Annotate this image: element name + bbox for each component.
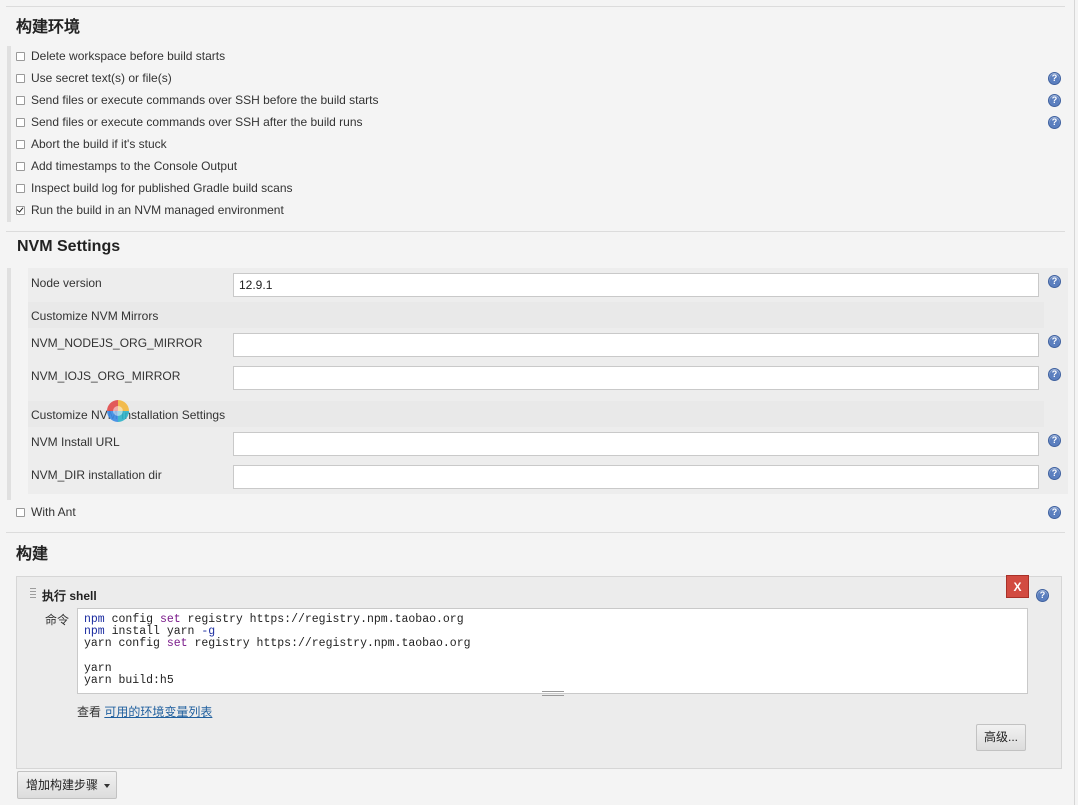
chevron-down-icon (104, 783, 111, 788)
option-label: Send files or execute commands over SSH … (31, 93, 379, 107)
help-icon[interactable]: ? (1048, 467, 1061, 480)
option-timestamps[interactable]: Add timestamps to the Console Output (16, 157, 237, 175)
help-icon[interactable]: ? (1048, 335, 1061, 348)
checkbox[interactable] (16, 95, 25, 105)
help-icon[interactable]: ? (1048, 116, 1061, 129)
checkbox[interactable] (16, 139, 25, 149)
nodejs-mirror-label: NVM_NODEJS_ORG_MIRROR (31, 336, 203, 350)
install-url-input[interactable] (233, 432, 1039, 456)
help-icon[interactable]: ? (1048, 72, 1061, 85)
option-abort-stuck[interactable]: Abort the build if it's stuck (16, 135, 167, 153)
code-line: yarn config set registry https://registr… (84, 637, 471, 651)
scrollbar-edge (1074, 0, 1075, 805)
option-label: Use secret text(s) or file(s) (31, 71, 172, 85)
option-label: Send files or execute commands over SSH … (31, 115, 363, 129)
nvm-settings-title: NVM Settings (17, 238, 121, 255)
option-label: Run the build in an NVM managed environm… (31, 203, 284, 217)
option-label: Inspect build log for published Gradle b… (31, 181, 293, 195)
option-ssh-after[interactable]: Send files or execute commands over SSH … (16, 113, 363, 131)
mirrors-header (28, 302, 1044, 328)
command-textarea[interactable]: npm config set registry https://registry… (77, 608, 1028, 694)
add-step-label: 增加构建步骤 (26, 778, 99, 792)
node-version-input[interactable] (233, 273, 1039, 297)
mirrors-title: Customize NVM Mirrors (31, 309, 159, 323)
nvm-dir-label: NVM_DIR installation dir (31, 468, 162, 482)
code-line: npm config set registry https://registry… (84, 613, 464, 626)
checkbox[interactable] (16, 51, 25, 61)
code-line: yarn build:h5 (84, 674, 174, 688)
node-version-label: Node version (31, 276, 102, 290)
option-label: Abort the build if it's stuck (31, 137, 167, 151)
env-vars-link[interactable]: 可用的环境变量列表 (104, 705, 212, 719)
build-env-title: 构建环境 (16, 19, 81, 36)
checkbox-checked[interactable] (16, 205, 25, 215)
help-icon[interactable]: ? (1036, 589, 1049, 602)
option-with-ant[interactable]: With Ant (16, 503, 76, 521)
section-bar (7, 46, 11, 222)
checkbox[interactable] (16, 507, 25, 517)
checkbox[interactable] (16, 161, 25, 171)
jenkins-config-page: 构建环境 Delete workspace before build start… (0, 0, 1078, 805)
env-vars-line: 查看 可用的环境变量列表 (77, 703, 212, 720)
checkbox[interactable] (16, 183, 25, 193)
option-gradle-scans[interactable]: Inspect build log for published Gradle b… (16, 179, 293, 197)
env-prefix: 查看 (77, 705, 105, 719)
floating-assistant-icon[interactable] (107, 400, 129, 422)
option-label: Add timestamps to the Console Output (31, 159, 238, 173)
step-title: 执行 shell (42, 589, 97, 603)
option-nvm-env[interactable]: Run the build in an NVM managed environm… (16, 201, 284, 219)
checkbox[interactable] (16, 73, 25, 83)
option-delete-workspace[interactable]: Delete workspace before build starts (16, 47, 225, 65)
nodejs-mirror-input[interactable] (233, 333, 1039, 357)
iojs-mirror-label: NVM_IOJS_ORG_MIRROR (31, 369, 181, 383)
checkbox[interactable] (16, 117, 25, 127)
help-icon[interactable]: ? (1048, 368, 1061, 381)
code-line: yarn (84, 661, 112, 675)
option-label: Delete workspace before build starts (31, 49, 226, 63)
iojs-mirror-input[interactable] (233, 366, 1039, 390)
advanced-button[interactable]: 高级... (976, 724, 1026, 751)
install-url-label: NVM Install URL (31, 435, 120, 449)
drag-handle[interactable] (30, 588, 36, 600)
option-label: With Ant (31, 505, 76, 519)
build-title: 构建 (16, 546, 49, 563)
divider (6, 6, 1065, 7)
nvm-dir-input[interactable] (233, 465, 1039, 489)
help-icon[interactable]: ? (1048, 94, 1061, 107)
help-icon[interactable]: ? (1048, 434, 1061, 447)
add-build-step-button[interactable]: 增加构建步骤 (17, 771, 117, 799)
help-icon[interactable]: ? (1048, 506, 1061, 519)
help-icon[interactable]: ? (1048, 275, 1061, 288)
section-bar (7, 268, 11, 500)
textarea-resize-handle[interactable] (542, 691, 564, 696)
option-secret-text[interactable]: Use secret text(s) or file(s) (16, 69, 172, 87)
delete-step-button[interactable]: X (1006, 575, 1029, 598)
divider (6, 231, 1065, 232)
command-label: 命令 (45, 613, 70, 627)
option-ssh-before[interactable]: Send files or execute commands over SSH … (16, 91, 379, 109)
divider (6, 532, 1065, 533)
